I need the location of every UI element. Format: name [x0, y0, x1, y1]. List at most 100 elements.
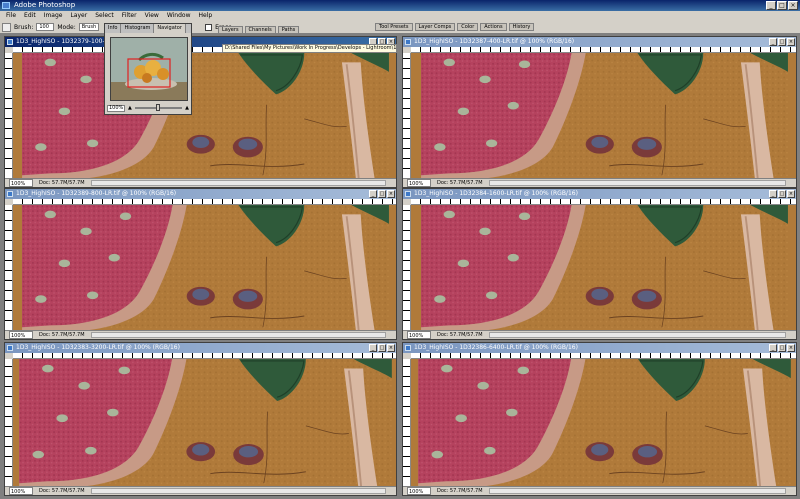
menu-bar: File Edit Image Layer Select Filter View… — [0, 11, 800, 21]
menu-help[interactable]: Help — [195, 11, 217, 21]
doc-minimize-button[interactable]: _ — [769, 190, 777, 198]
horizontal-scrollbar[interactable] — [488, 180, 786, 186]
image-canvas[interactable] — [13, 53, 396, 178]
document-window-controls: _ □ × — [769, 38, 795, 46]
close-button[interactable]: × — [788, 1, 798, 10]
document-window[interactable]: 1D3_HighISO - 1D32383-3200-LR.tif @ 100%… — [4, 342, 397, 496]
document-titlebar[interactable]: 1D3_HighISO - 1D32384-1600-LR.tif @ 100%… — [403, 189, 796, 199]
doc-minimize-button[interactable]: _ — [369, 190, 377, 198]
doc-close-button[interactable]: × — [387, 344, 395, 352]
well-history[interactable]: History — [508, 23, 535, 31]
tab-channels[interactable]: Channels — [244, 26, 276, 34]
painting-image — [18, 359, 393, 486]
image-canvas[interactable] — [411, 359, 796, 486]
menu-filter[interactable]: Filter — [118, 11, 141, 21]
painting-image — [420, 205, 789, 330]
document-size-info[interactable]: Doc: 57.7M/57.7M — [39, 179, 85, 187]
document-window[interactable]: 1D3_HighISO - 1D32386-6400-LR.tif @ 100%… — [402, 342, 797, 496]
document-titlebar[interactable]: 1D3_HighISO - 1D32389-800-LR.tif @ 100% … — [5, 189, 396, 199]
document-size-info[interactable]: Doc: 57.7M/57.7M — [39, 331, 85, 339]
erase-to-history-checkbox[interactable] — [205, 23, 213, 31]
tab-info[interactable]: Info — [105, 24, 122, 33]
navigator-panel: Info Histogram Navigator 100% ▲ ▲ — [104, 23, 192, 115]
brush-size-picker[interactable]: 100 — [36, 23, 55, 31]
zoom-level-field[interactable]: 100% — [9, 487, 33, 495]
zoom-slider-handle[interactable] — [156, 104, 161, 111]
doc-close-button[interactable]: × — [387, 190, 395, 198]
doc-close-button[interactable]: × — [787, 190, 795, 198]
navigator-thumbnail[interactable] — [110, 37, 188, 101]
vertical-ruler[interactable] — [403, 205, 411, 330]
tab-navigator[interactable]: Navigator — [154, 24, 186, 33]
document-title: 1D3_HighISO - 1D32389-800-LR.tif @ 100% … — [16, 190, 177, 197]
horizontal-scrollbar[interactable] — [90, 488, 386, 494]
menu-file[interactable]: File — [2, 11, 20, 21]
doc-maximize-button[interactable]: □ — [378, 190, 386, 198]
doc-minimize-button[interactable]: _ — [369, 344, 377, 352]
menu-view[interactable]: View — [141, 11, 163, 21]
doc-close-button[interactable]: × — [787, 38, 795, 46]
document-titlebar[interactable]: 1D3_HighISO - 1D32387-400-LR.tif @ 100% … — [403, 37, 796, 47]
horizontal-scrollbar[interactable] — [90, 332, 386, 338]
eraser-tool-icon[interactable] — [2, 22, 11, 32]
zoom-in-icon[interactable]: ▲ — [185, 105, 189, 111]
app-titlebar: Adobe Photoshop _ □ × — [0, 0, 800, 11]
image-canvas[interactable] — [411, 205, 796, 330]
well-tool-presets[interactable]: Tool Presets — [375, 23, 413, 31]
document-window[interactable]: 1D3_HighISO - 1D32379-100-LR.tif @ 100% … — [4, 36, 397, 188]
menu-layer[interactable]: Layer — [66, 11, 91, 21]
tab-paths[interactable]: Paths — [277, 26, 300, 34]
maximize-button[interactable]: □ — [777, 1, 787, 10]
zoom-level-field[interactable]: 100% — [9, 331, 33, 339]
menu-image[interactable]: Image — [40, 11, 67, 21]
horizontal-scrollbar[interactable] — [488, 488, 786, 494]
zoom-out-icon[interactable]: ▲ — [128, 105, 132, 111]
menu-window[interactable]: Window — [163, 11, 195, 21]
mode-select[interactable]: Brush — [78, 23, 100, 31]
document-window[interactable]: 1D3_HighISO - 1D32389-800-LR.tif @ 100% … — [4, 188, 397, 340]
zoom-level-field[interactable]: 100% — [407, 179, 431, 187]
well-actions[interactable]: Actions — [480, 23, 507, 31]
navigator-zoom-field[interactable]: 100% — [107, 104, 125, 112]
doc-minimize-button[interactable]: _ — [769, 344, 777, 352]
doc-minimize-button[interactable]: _ — [769, 38, 777, 46]
well-layer-comps[interactable]: Layer Comps — [414, 23, 456, 31]
doc-close-button[interactable]: × — [787, 344, 795, 352]
tab-histogram[interactable]: Histogram — [121, 24, 155, 33]
document-size-info[interactable]: Doc: 57.7M/57.7M — [39, 487, 85, 495]
minimize-button[interactable]: _ — [766, 1, 776, 10]
doc-maximize-button[interactable]: □ — [778, 190, 786, 198]
zoom-level-field[interactable]: 100% — [407, 331, 431, 339]
document-size-info[interactable]: Doc: 57.7M/57.7M — [437, 179, 483, 187]
document-window[interactable]: 1D3_HighISO - 1D32387-400-LR.tif @ 100% … — [402, 36, 797, 188]
image-canvas[interactable] — [13, 205, 396, 330]
document-window[interactable]: 1D3_HighISO - 1D32384-1600-LR.tif @ 100%… — [402, 188, 797, 340]
layers-panel-tabs: Layers Channels Paths — [218, 26, 300, 34]
image-canvas[interactable] — [13, 359, 396, 486]
still-life-thumbnail-image — [111, 38, 187, 100]
vertical-ruler[interactable] — [5, 359, 13, 486]
vertical-ruler[interactable] — [403, 53, 411, 178]
horizontal-scrollbar[interactable] — [90, 180, 386, 186]
well-color[interactable]: Color — [457, 23, 479, 31]
doc-maximize-button[interactable]: □ — [378, 344, 386, 352]
document-titlebar[interactable]: 1D3_HighISO - 1D32383-3200-LR.tif @ 100%… — [5, 343, 396, 353]
menu-select[interactable]: Select — [91, 11, 118, 21]
zoom-level-field[interactable]: 100% — [9, 179, 33, 187]
vertical-ruler[interactable] — [403, 359, 411, 486]
document-window-controls: _ □ × — [769, 190, 795, 198]
document-size-info[interactable]: Doc: 57.7M/57.7M — [437, 331, 483, 339]
vertical-ruler[interactable] — [5, 205, 13, 330]
vertical-ruler[interactable] — [5, 53, 13, 178]
document-size-info[interactable]: Doc: 57.7M/57.7M — [437, 487, 483, 495]
doc-maximize-button[interactable]: □ — [778, 344, 786, 352]
menu-edit[interactable]: Edit — [20, 11, 40, 21]
image-canvas[interactable] — [411, 53, 796, 178]
zoom-level-field[interactable]: 100% — [407, 487, 431, 495]
tab-layers[interactable]: Layers — [218, 26, 243, 34]
horizontal-scrollbar[interactable] — [488, 332, 786, 338]
doc-maximize-button[interactable]: □ — [778, 38, 786, 46]
painting-image — [21, 53, 390, 178]
document-titlebar[interactable]: 1D3_HighISO - 1D32386-6400-LR.tif @ 100%… — [403, 343, 796, 353]
zoom-slider[interactable] — [134, 104, 183, 111]
